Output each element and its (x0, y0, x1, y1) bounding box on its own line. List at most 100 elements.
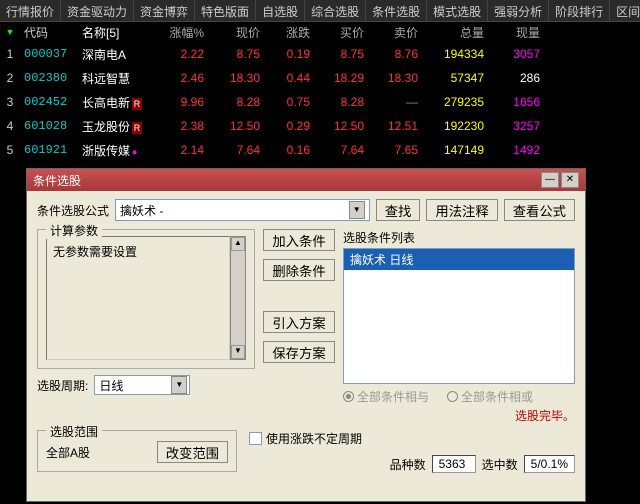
view-formula-button[interactable]: 查看公式 (504, 199, 575, 221)
row-ask: 8.76 (368, 47, 422, 61)
selected-value: 5/0.1% (524, 455, 575, 473)
nav-tab[interactable]: 模式选股 (427, 0, 488, 21)
hdr-cash[interactable]: 现量 (488, 24, 544, 40)
nav-tab[interactable]: 条件选股 (366, 0, 427, 21)
condition-dialog: 条件选股 — ✕ 条件选股公式 擒妖术 - ▼ 查找 用法注释 查看公式 计算参… (26, 168, 586, 502)
nav-tab[interactable]: 阶段排行 (549, 0, 610, 21)
table-row[interactable]: 4 601028 玉龙股份R 2.38 12.50 0.29 12.50 12.… (0, 114, 640, 138)
use-period-label: 使用涨跌不定周期 (266, 430, 362, 447)
row-code: 601028 (20, 119, 78, 133)
selected-label: 选中数 (482, 456, 518, 473)
row-idx: 3 (0, 95, 20, 109)
usage-button[interactable]: 用法注释 (426, 199, 497, 221)
dialog-titlebar[interactable]: 条件选股 — ✕ (27, 169, 585, 191)
row-cash: 3057 (488, 47, 544, 61)
row-price: 8.28 (208, 95, 264, 109)
hdr-vol[interactable]: 总量 (422, 24, 488, 40)
minimize-button[interactable]: — (541, 172, 559, 188)
condition-listbox[interactable]: 擒妖术 日线 (343, 248, 575, 384)
chevron-down-icon[interactable]: ▼ (171, 376, 187, 394)
table-row[interactable]: 5 601921 浙版传媒● 2.14 7.64 0.16 7.64 7.65 … (0, 138, 640, 162)
save-plan-button[interactable]: 保存方案 (263, 341, 335, 363)
row-price: 8.75 (208, 47, 264, 61)
radio-or[interactable]: 全部条件相或 (447, 388, 533, 405)
radio-and[interactable]: 全部条件相与 (343, 388, 429, 405)
row-code: 002452 (20, 95, 78, 109)
row-idx: 2 (0, 71, 20, 85)
scope-fieldset: 选股范围 全部A股 改变范围 (37, 430, 237, 472)
period-value: 日线 (99, 377, 123, 394)
row-pct: 2.14 (152, 143, 208, 157)
row-code: 000037 (20, 47, 78, 61)
period-select[interactable]: 日线 ▼ (94, 375, 190, 395)
row-bid: 12.50 (314, 119, 368, 133)
row-name: 深南电A (78, 46, 152, 63)
row-price: 7.64 (208, 143, 264, 157)
row-code: 601921 (20, 143, 78, 157)
hdr-name[interactable]: 名称[5] (78, 24, 152, 40)
row-price: 18.30 (208, 71, 264, 85)
params-text: 无参数需要设置 (46, 236, 230, 360)
formula-select[interactable]: 擒妖术 - ▼ (115, 199, 370, 221)
nav-tab[interactable]: 区间涨 (610, 0, 640, 21)
nav-tab[interactable]: 强弱分析 (488, 0, 549, 21)
scope-legend: 选股范围 (46, 423, 102, 440)
scroll-down-icon[interactable]: ▼ (231, 345, 245, 359)
dialog-title: 条件选股 (33, 172, 539, 189)
hdr-price[interactable]: 现价 (208, 24, 264, 40)
nav-tab[interactable]: 资金驱动力 (61, 0, 134, 21)
row-bid: 8.75 (314, 47, 368, 61)
hdr-bid[interactable]: 买价 (314, 24, 368, 40)
row-name: 浙版传媒● (78, 142, 152, 159)
row-ask: 7.65 (368, 143, 422, 157)
done-status: 选股完毕。 (343, 407, 575, 424)
nav-tab[interactable]: 特色版面 (195, 0, 256, 21)
change-scope-button[interactable]: 改变范围 (157, 441, 228, 463)
row-pct: 2.46 (152, 71, 208, 85)
hdr-ask[interactable]: 卖价 (368, 24, 422, 40)
flag-r-icon: R (132, 98, 142, 110)
nav-tab[interactable]: 自选股 (256, 0, 305, 21)
hdr-code[interactable]: 代码 (20, 24, 78, 40)
row-idx: 4 (0, 119, 20, 133)
chevron-down-icon[interactable]: ▼ (349, 201, 365, 219)
nav-tab[interactable]: 行情报价 (0, 0, 61, 21)
delete-condition-button[interactable]: 删除条件 (263, 259, 335, 281)
nav-tab[interactable]: 综合选股 (305, 0, 366, 21)
list-item[interactable]: 擒妖术 日线 (344, 249, 574, 270)
import-plan-button[interactable]: 引入方案 (263, 311, 335, 333)
row-bid: 18.29 (314, 71, 368, 85)
hdr-chg[interactable]: 涨跌 (264, 24, 314, 40)
add-condition-button[interactable]: 加入条件 (263, 229, 335, 251)
params-fieldset: 计算参数 无参数需要设置 ▲ ▼ (37, 229, 255, 369)
row-idx: 5 (0, 143, 20, 157)
nav-tab[interactable]: 资金博弈 (134, 0, 195, 21)
row-chg: 0.44 (264, 71, 314, 85)
radio-icon (343, 391, 354, 402)
use-period-checkbox[interactable] (249, 432, 262, 445)
close-button[interactable]: ✕ (561, 172, 579, 188)
row-vol: 194334 (422, 47, 488, 61)
stock-table: ▼ 代码 名称[5] 涨幅% 现价 涨跌 买价 卖价 总量 现量 1 00003… (0, 22, 640, 162)
find-button[interactable]: 查找 (376, 199, 421, 221)
row-name: 长高电新R (78, 94, 152, 111)
table-header: ▼ 代码 名称[5] 涨幅% 现价 涨跌 买价 卖价 总量 现量 (0, 22, 640, 42)
row-vol: 147149 (422, 143, 488, 157)
hdr-pct[interactable]: 涨幅% (152, 24, 208, 40)
row-vol: 279235 (422, 95, 488, 109)
row-idx: 1 (0, 47, 20, 61)
condition-list-label: 选股条件列表 (343, 229, 575, 246)
row-chg: 0.19 (264, 47, 314, 61)
scrollbar-vertical[interactable]: ▲ ▼ (230, 236, 246, 360)
row-cash: 1492 (488, 143, 544, 157)
row-name: 科远智慧 (78, 70, 152, 87)
row-price: 12.50 (208, 119, 264, 133)
scroll-up-icon[interactable]: ▲ (231, 237, 245, 251)
table-row[interactable]: 1 000037 深南电A 2.22 8.75 0.19 8.75 8.76 1… (0, 42, 640, 66)
params-legend: 计算参数 (46, 222, 102, 239)
row-ask: — (368, 95, 422, 109)
count-label: 品种数 (390, 456, 426, 473)
table-row[interactable]: 3 002452 长高电新R 9.96 8.28 0.75 8.28 — 279… (0, 90, 640, 114)
row-cash: 1656 (488, 95, 544, 109)
table-row[interactable]: 2 002380 科远智慧 2.46 18.30 0.44 18.29 18.3… (0, 66, 640, 90)
